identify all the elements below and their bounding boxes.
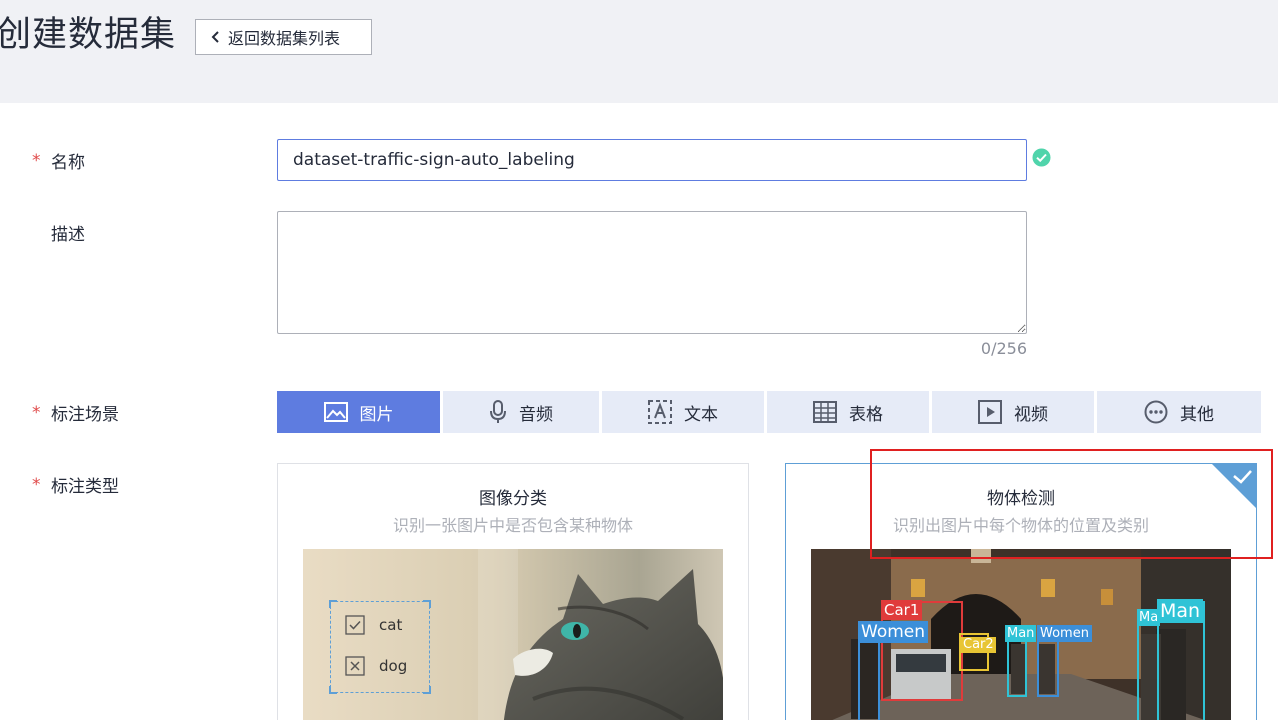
description-textarea[interactable] [277, 211, 1027, 334]
chevron-left-icon [211, 31, 219, 43]
detection-label: Man [1157, 599, 1204, 623]
image-icon [323, 402, 348, 422]
microphone-icon [490, 400, 506, 423]
checked-box-icon [345, 615, 365, 635]
scene-tab-table[interactable]: 表格 [767, 391, 929, 433]
valid-check-icon [1032, 148, 1051, 167]
name-label: * 名称 [32, 150, 85, 174]
required-mark: * [32, 402, 41, 423]
type-card-object-detection[interactable]: 物体检测 识别出图片中每个物体的位置及类别 Car1 Women Car2 Ma… [785, 463, 1257, 720]
page-title: 创建数据集 [0, 15, 177, 55]
card-description: 识别一张图片中是否包含某种物体 [392, 516, 633, 535]
detection-label: Man [1005, 625, 1037, 642]
street-scene-illustration: Car1 Women Car2 Man Women Ma Man [811, 549, 1231, 720]
scene-tabs: 图片 音频 文本 表格 视频 其他 [277, 391, 1261, 433]
scene-label: * 标注场景 [32, 402, 119, 426]
detection-label: Car2 [961, 637, 996, 653]
detection-label: Women [1037, 625, 1092, 642]
video-icon [978, 400, 1002, 424]
scene-tab-image[interactable]: 图片 [277, 391, 440, 433]
option-dog: dog [345, 656, 407, 676]
name-input[interactable] [277, 139, 1027, 181]
type-card-image-classification[interactable]: 图像分类 识别一张图片中是否包含某种物体 cat dog [277, 463, 749, 720]
required-mark: * [32, 474, 41, 495]
back-to-dataset-list-button[interactable]: 返回数据集列表 [195, 19, 372, 55]
option-cat: cat [345, 615, 402, 635]
card-title: 物体检测 [987, 489, 1055, 509]
classification-box: cat dog [329, 600, 431, 694]
cat-illustration: cat dog [303, 549, 723, 720]
description-label: * 描述 [51, 225, 85, 245]
scene-tab-audio[interactable]: 音频 [443, 391, 599, 433]
more-icon [1144, 400, 1168, 424]
selected-check-icon [1212, 464, 1256, 508]
scene-tab-video[interactable]: 视频 [932, 391, 1094, 433]
detection-label: Car1 [881, 600, 923, 620]
card-description: 识别出图片中每个物体的位置及类别 [892, 516, 1149, 535]
page-header: 创建数据集 返回数据集列表 [0, 0, 1278, 103]
back-button-label: 返回数据集列表 [228, 29, 341, 48]
table-icon [813, 401, 837, 423]
detection-box [1137, 611, 1159, 720]
text-icon [648, 400, 672, 424]
scene-tab-other[interactable]: 其他 [1097, 391, 1261, 433]
scene-tab-text[interactable]: 文本 [602, 391, 764, 433]
required-mark: * [32, 150, 41, 171]
type-label: * 标注类型 [32, 474, 119, 498]
card-title: 图像分类 [479, 489, 547, 509]
description-char-count: 0/256 [980, 339, 1027, 358]
crossed-box-icon [345, 656, 365, 676]
detection-label: Women [858, 621, 929, 643]
